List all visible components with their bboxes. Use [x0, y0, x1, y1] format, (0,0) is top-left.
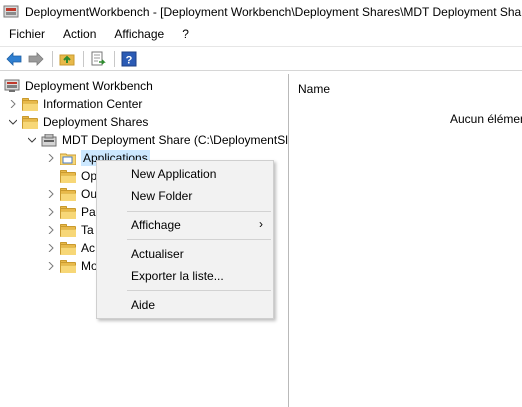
folder-icon [60, 205, 76, 219]
folder-icon [22, 97, 38, 111]
window-title: DeploymentWorkbench - [Deployment Workbe… [25, 5, 522, 19]
tree-item-child[interactable]: Pa [46, 203, 96, 221]
deployment-share-icon [41, 133, 57, 147]
back-arrow-icon[interactable] [4, 49, 24, 69]
tree-item-child[interactable]: Ta [46, 221, 94, 239]
empty-list-message: Aucun élémen [450, 112, 522, 126]
column-header-name[interactable]: Name [298, 82, 330, 96]
menu-item-actualiser[interactable]: Actualiser [131, 247, 184, 261]
tree-label-partial: Op [81, 169, 98, 183]
tree-item-child[interactable]: Ac [46, 239, 95, 257]
toolbar: ? [0, 46, 522, 71]
help-icon[interactable]: ? [119, 49, 139, 69]
tree-label-mdt-deployment-share: MDT Deployment Share (C:\DeploymentSl [62, 133, 288, 147]
tree-label-deployment-shares: Deployment Shares [43, 115, 149, 129]
tree-item-deployment-shares[interactable]: Deployment Shares [8, 113, 148, 131]
chevron-right-icon[interactable] [46, 261, 56, 271]
menu-item-new-folder[interactable]: New Folder [131, 189, 192, 203]
menu-separator [127, 211, 271, 212]
folder-open-icon [22, 115, 38, 129]
deployment-workbench-app-icon [3, 4, 19, 20]
details-pane[interactable]: Name Aucun élémen [290, 74, 522, 407]
menu-item-aide[interactable]: Aide [131, 298, 155, 312]
tree-label-information-center: Information Center [43, 97, 143, 111]
chevron-right-icon[interactable] [46, 153, 56, 163]
menu-bar: Fichier Action Affichage ? [0, 24, 522, 44]
tree-item-mdt-deployment-share[interactable]: MDT Deployment Share (C:\DeploymentSl [27, 131, 288, 149]
chevron-down-icon[interactable] [8, 117, 18, 127]
toolbar-separator [114, 50, 115, 67]
tree-label-deployment-workbench: Deployment Workbench [25, 79, 153, 93]
chevron-right-icon[interactable] [46, 243, 56, 253]
tree-item-child[interactable]: Op [46, 167, 97, 185]
export-list-icon[interactable] [88, 49, 108, 69]
menu-action[interactable]: Action [54, 24, 105, 44]
chevron-right-icon[interactable] [46, 189, 56, 199]
tree-item-child[interactable]: Mo [46, 257, 98, 275]
toolbar-separator [83, 50, 84, 67]
tree-label-partial: Ac [81, 241, 96, 255]
folder-icon [60, 223, 76, 237]
applications-folder-icon [59, 152, 77, 165]
menu-separator [127, 290, 271, 291]
title-bar: DeploymentWorkbench - [Deployment Workbe… [0, 0, 522, 24]
tree-label-partial: Ta [81, 223, 94, 237]
menu-item-affichage[interactable]: Affichage [131, 218, 181, 232]
forward-arrow-icon[interactable] [26, 49, 46, 69]
menu-help[interactable]: ? [173, 24, 198, 44]
menu-fichier[interactable]: Fichier [0, 24, 54, 44]
folder-icon [60, 169, 76, 183]
tree-item-deployment-workbench[interactable]: Deployment Workbench [4, 77, 153, 95]
context-menu: New Application New Folder Affichage › A… [96, 160, 274, 319]
deployment-workbench-icon [4, 79, 20, 93]
chevron-right-icon[interactable] [8, 99, 18, 109]
svg-text:?: ? [126, 54, 133, 66]
chevron-right-icon: › [259, 217, 263, 231]
folder-icon [60, 241, 76, 255]
menu-separator [127, 239, 271, 240]
up-folder-icon[interactable] [57, 49, 77, 69]
expander-blank [46, 171, 56, 181]
menu-item-new-application[interactable]: New Application [131, 167, 216, 181]
folder-icon [60, 259, 76, 273]
tree-item-child[interactable]: Ou [46, 185, 97, 203]
folder-icon [60, 187, 76, 201]
chevron-right-icon[interactable] [46, 207, 56, 217]
tree-item-information-center[interactable]: Information Center [8, 95, 142, 113]
menu-affichage[interactable]: Affichage [105, 24, 173, 44]
tree-label-partial: Pa [81, 205, 96, 219]
tree-label-partial: Ou [81, 187, 98, 201]
toolbar-separator [52, 50, 53, 67]
menu-item-exporter-la-liste[interactable]: Exporter la liste... [131, 269, 224, 283]
chevron-down-icon[interactable] [27, 135, 37, 145]
chevron-right-icon[interactable] [46, 225, 56, 235]
